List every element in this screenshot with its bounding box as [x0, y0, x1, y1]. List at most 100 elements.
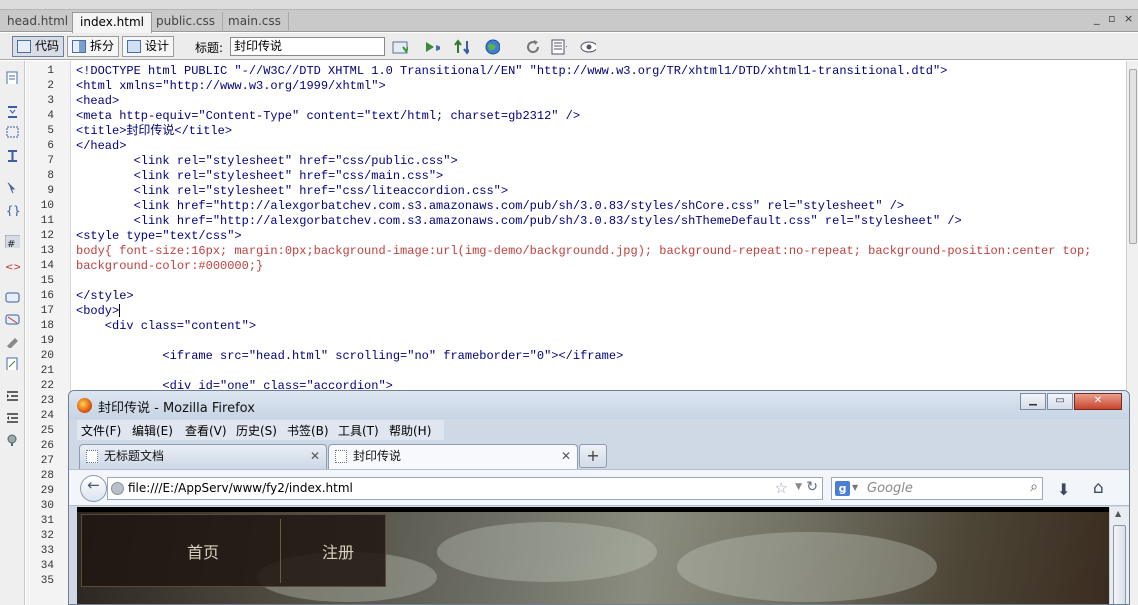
doc-tab-index-html[interactable]: index.html: [72, 12, 152, 33]
line-numbers-icon[interactable]: #: [5, 235, 20, 248]
code-line[interactable]: <link rel="stylesheet" href="css/public.…: [76, 154, 458, 169]
search-magnifier-icon[interactable]: ⌕: [1030, 479, 1038, 495]
tab-close-icon[interactable]: ✕: [310, 445, 320, 468]
code-line[interactable]: <body>: [76, 304, 121, 319]
doc-tab-head-html[interactable]: head.html: [0, 12, 77, 32]
code-line[interactable]: <link href="http://alexgorbatchev.com.s3…: [76, 214, 962, 229]
title-input[interactable]: 封印传说: [230, 37, 385, 56]
code-view-button[interactable]: 代码: [12, 36, 65, 57]
firefox-menu-item[interactable]: 工具(T): [338, 422, 379, 439]
code-line[interactable]: <link href="http://alexgorbatchev.com.s3…: [76, 199, 905, 214]
minimize-icon[interactable]: _: [1094, 12, 1100, 25]
doc-tab-main-css[interactable]: main.css: [221, 12, 289, 32]
firefox-page-scrollbar[interactable]: ▲: [1109, 507, 1129, 604]
view-options-icon[interactable]: [551, 39, 567, 55]
code-line[interactable]: background-color:#000000;}: [76, 259, 263, 274]
wrap-tag-icon[interactable]: [5, 335, 20, 348]
code-line[interactable]: <link rel="stylesheet" href="css/main.cs…: [76, 169, 444, 184]
design-view-button[interactable]: 设计: [122, 36, 175, 57]
visual-aids-icon[interactable]: [580, 39, 596, 55]
code-line[interactable]: <head>: [76, 94, 119, 109]
search-bar[interactable]: g ▼ Google ⌕: [831, 477, 1043, 500]
line-number: 13: [40, 245, 54, 257]
line-number: 20: [40, 350, 54, 362]
code-line[interactable]: <div class="content">: [76, 319, 256, 334]
downloads-icon[interactable]: ⬇: [1057, 480, 1070, 499]
line-number: 30: [40, 500, 54, 512]
history-dropdown-icon[interactable]: ▼: [795, 482, 802, 492]
firefox-tab-fengyin[interactable]: 封印传说 ✕: [328, 444, 578, 469]
balance-braces-icon[interactable]: {}: [5, 203, 20, 216]
firefox-scrollbar-thumb[interactable]: [1113, 525, 1126, 604]
firefox-menu-item[interactable]: 帮助(H): [389, 422, 431, 439]
home-icon[interactable]: ⌂: [1093, 478, 1104, 498]
scroll-up-icon[interactable]: ▲: [1115, 509, 1121, 518]
select-parent-tag-icon[interactable]: [5, 181, 20, 194]
line-number-gutter: 1 2 3 4 5 6 7 8 9 10 11 12 13 14 15 16 17 18 19 20 21 22 23 24 2…: [26, 61, 71, 605]
line-number: 1: [47, 65, 54, 77]
line-number: 25: [40, 425, 54, 437]
remove-comment-icon[interactable]: [5, 313, 20, 326]
code-line[interactable]: </head>: [76, 139, 126, 154]
code-line[interactable]: body{ font-size:16px; margin:0px;backgro…: [76, 244, 1091, 259]
firefox-menu-item[interactable]: 查看(V): [185, 422, 227, 439]
firefox-close-button[interactable]: ✕: [1074, 393, 1122, 410]
collapse-selection-icon[interactable]: [5, 125, 20, 138]
line-number: 35: [40, 575, 54, 587]
nav-register-link[interactable]: 注册: [322, 539, 354, 563]
code-view-label: 代码: [35, 39, 60, 53]
globe-icon[interactable]: [484, 39, 500, 55]
coding-toolbar: {} # <>: [0, 61, 25, 605]
apply-comment-icon[interactable]: [5, 291, 20, 304]
validate-markup-icon[interactable]: [392, 39, 408, 55]
back-button[interactable]: ←: [80, 475, 107, 502]
format-source-icon[interactable]: [5, 433, 20, 446]
line-number: 24: [40, 410, 54, 422]
site-identity-icon[interactable]: [111, 482, 124, 495]
new-tab-button[interactable]: +: [579, 444, 607, 468]
code-line[interactable]: <style type="text/css">: [76, 229, 242, 244]
code-line[interactable]: <meta http-equiv="Content-Type" content=…: [76, 109, 580, 124]
code-line[interactable]: <iframe src="head.html" scrolling="no" f…: [76, 349, 623, 364]
firefox-menu-item[interactable]: 编辑(E): [132, 422, 173, 439]
restore-icon[interactable]: ▫: [1108, 12, 1115, 25]
firefox-menu-item[interactable]: 书签(B): [287, 422, 329, 439]
google-engine-icon[interactable]: g: [835, 481, 850, 496]
line-number: 7: [47, 155, 54, 167]
code-line[interactable]: <!DOCTYPE html PUBLIC "-//W3C//DTD XHTML…: [76, 64, 947, 79]
line-number: 4: [47, 110, 54, 122]
firefox-logo-icon: [77, 398, 92, 413]
engine-dropdown-icon[interactable]: ▼: [852, 483, 858, 492]
collapse-tag-icon[interactable]: [5, 105, 20, 118]
editor-scrollbar-thumb[interactable]: [1129, 69, 1137, 244]
code-line[interactable]: <link rel="stylesheet" href="css/liteacc…: [76, 184, 508, 199]
tab-close-icon[interactable]: ✕: [561, 445, 571, 468]
split-view-button[interactable]: 拆分: [67, 36, 120, 57]
nav-home-link[interactable]: 首页: [187, 539, 219, 563]
firefox-menu-item[interactable]: 历史(S): [236, 422, 277, 439]
preview-in-browser-icon[interactable]: [424, 39, 440, 55]
indent-code-icon[interactable]: [5, 389, 20, 402]
firefox-minimize-button[interactable]: ▁: [1020, 393, 1046, 410]
doc-tab-public-css[interactable]: public.css: [149, 12, 224, 32]
open-documents-icon[interactable]: [5, 71, 20, 84]
firefox-menubar: 文件(F) 编辑(E) 查看(V) 历史(S) 书签(B) 工具(T) 帮助(H): [77, 420, 444, 440]
bookmark-star-icon[interactable]: ☆: [775, 479, 788, 497]
refresh-icon[interactable]: [525, 39, 541, 55]
outdent-code-icon[interactable]: [5, 411, 20, 424]
firefox-navbar: ← file:///E:/AppServ/www/fy2/index.html …: [69, 469, 1129, 506]
code-line[interactable]: </style>: [76, 289, 134, 304]
reload-icon[interactable]: ↻: [806, 479, 818, 495]
firefox-maximize-button[interactable]: ▭: [1047, 393, 1073, 410]
code-line[interactable]: <html xmlns="http://www.w3.org/1999/xhtm…: [76, 79, 386, 94]
firefox-tab-untitled[interactable]: 无标题文档 ✕: [79, 444, 327, 469]
url-bar[interactable]: file:///E:/AppServ/www/fy2/index.html ☆ …: [107, 477, 823, 500]
firefox-menu-item[interactable]: 文件(F): [81, 422, 121, 439]
highlight-invalid-code-icon[interactable]: <>: [5, 259, 20, 272]
recent-snippets-icon[interactable]: [5, 357, 20, 370]
line-number: 26: [40, 440, 54, 452]
code-line[interactable]: <title>封印传说</title>: [76, 124, 232, 139]
close-icon[interactable]: ×: [1124, 12, 1133, 25]
file-management-icon[interactable]: [453, 39, 469, 55]
expand-all-icon[interactable]: [5, 149, 20, 162]
